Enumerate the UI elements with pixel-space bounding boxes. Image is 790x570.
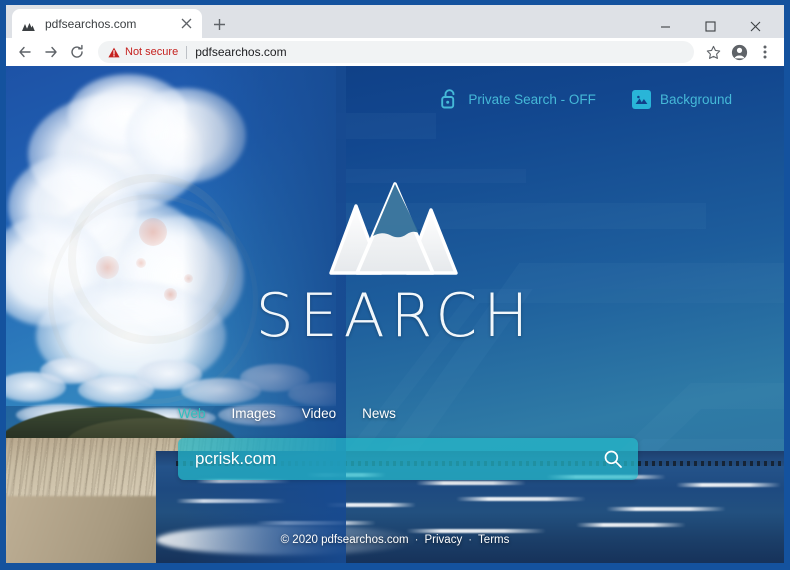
- mountains-favicon: [20, 16, 36, 32]
- search-tab-web[interactable]: Web: [178, 406, 206, 421]
- page-viewport: Private Search - OFF Background SEARCH W…: [6, 66, 784, 563]
- reload-icon[interactable]: [64, 39, 90, 65]
- private-search-toggle[interactable]: Private Search - OFF: [440, 88, 596, 110]
- omnibox-divider: [186, 45, 188, 59]
- address-bar[interactable]: Not secure pdfsearchos.com: [98, 41, 694, 63]
- logo-wordmark: SEARCH: [255, 281, 535, 351]
- warning-triangle-icon: [108, 47, 120, 58]
- address-bar-url: pdfsearchos.com: [195, 45, 287, 59]
- tab-title: pdfsearchos.com: [45, 16, 137, 31]
- footer-copyright: © 2020 pdfsearchos.com: [280, 534, 409, 546]
- toolbar-right-group: [700, 39, 778, 65]
- tab-strip: pdfsearchos.com: [6, 5, 784, 38]
- page-footer: © 2020 pdfsearchos.com · Privacy · Terms: [6, 534, 784, 546]
- search-tab-news[interactable]: News: [362, 406, 396, 421]
- open-padlock-icon: [440, 88, 459, 110]
- browser-window: pdfsearchos.com Not secure pdfsearchos.c…: [0, 0, 790, 570]
- search-input[interactable]: pcrisk.com: [195, 449, 602, 469]
- footer-privacy-link[interactable]: Privacy: [425, 534, 463, 546]
- search-tab-video[interactable]: Video: [302, 406, 336, 421]
- close-icon[interactable]: [178, 16, 194, 32]
- search-category-tabs: Web Images Video News: [178, 406, 396, 421]
- footer-separator-2: ·: [468, 534, 473, 546]
- background-button[interactable]: Background: [631, 89, 732, 109]
- arrow-left-icon[interactable]: [12, 39, 38, 65]
- star-icon[interactable]: [700, 39, 726, 65]
- three-mountains-logo: [295, 174, 495, 284]
- browser-tab[interactable]: pdfsearchos.com: [12, 9, 202, 38]
- footer-terms-link[interactable]: Terms: [478, 534, 509, 546]
- background-label: Background: [659, 91, 732, 107]
- arrow-right-icon[interactable]: [38, 39, 64, 65]
- image-mountain-icon: [631, 89, 651, 109]
- site-logo: SEARCH: [6, 174, 784, 346]
- new-tab-button[interactable]: [209, 14, 229, 34]
- footer-separator-1: ·: [414, 534, 419, 546]
- security-status-label: Not secure: [125, 46, 179, 58]
- browser-toolbar: Not secure pdfsearchos.com: [6, 38, 784, 66]
- search-bar[interactable]: pcrisk.com: [178, 438, 638, 480]
- magnifier-icon[interactable]: [602, 448, 624, 470]
- page-header: Private Search - OFF Background: [424, 84, 784, 114]
- private-search-label: Private Search - OFF: [468, 91, 596, 107]
- account-avatar-icon[interactable]: [726, 39, 752, 65]
- search-tab-images[interactable]: Images: [232, 406, 276, 421]
- three-dot-menu-icon[interactable]: [752, 39, 778, 65]
